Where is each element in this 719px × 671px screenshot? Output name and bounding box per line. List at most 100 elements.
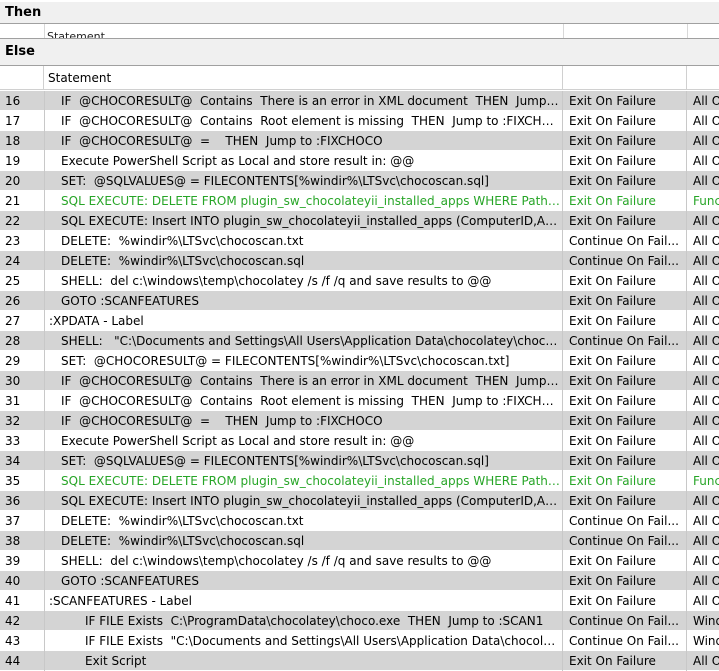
on-failure-action-cell[interactable]: Exit On Failure: [563, 211, 687, 231]
on-failure-action-cell[interactable]: Exit On Failure: [563, 311, 687, 331]
on-failure-action-cell[interactable]: Exit On Failure: [563, 431, 687, 451]
os-scope-cell[interactable]: All O: [687, 151, 719, 171]
os-scope-cell[interactable]: All O: [687, 291, 719, 311]
statement-cell[interactable]: DELETE: %windir%\LTSvc\chocoscan.txt: [44, 231, 563, 251]
statement-cell[interactable]: Execute PowerShell Script as Local and s…: [44, 431, 563, 451]
statement-cell[interactable]: IF @CHOCORESULT@ Contains There is an er…: [44, 371, 563, 391]
on-failure-action-cell[interactable]: Exit On Failure: [563, 471, 687, 491]
on-failure-action-cell[interactable]: Exit On Failure: [563, 371, 687, 391]
statement-cell[interactable]: SET: @SQLVALUES@ = FILECONTENTS[%windir%…: [44, 171, 563, 191]
os-scope-cell[interactable]: All O: [687, 171, 719, 191]
on-failure-action-cell[interactable]: Continue On Fail...: [563, 611, 687, 631]
on-failure-action-cell[interactable]: Exit On Failure: [563, 271, 687, 291]
table-row[interactable]: 35 SQL EXECUTE: DELETE FROM plugin_sw_cho…: [0, 471, 719, 491]
table-row[interactable]: 21 SQL EXECUTE: DELETE FROM plugin_sw_cho…: [0, 191, 719, 211]
on-failure-action-cell[interactable]: Continue On Fail...: [563, 251, 687, 271]
os-scope-cell[interactable]: All O: [687, 571, 719, 591]
table-row[interactable]: 20 SET: @SQLVALUES@ = FILECONTENTS[%windi…: [0, 171, 719, 191]
on-failure-action-cell[interactable]: Exit On Failure: [563, 591, 687, 611]
statement-cell[interactable]: SQL EXECUTE: DELETE FROM plugin_sw_choco…: [44, 471, 563, 491]
statement-cell[interactable]: SHELL: del c:\windows\temp\chocolatey /s…: [44, 271, 563, 291]
statement-cell[interactable]: :XPDATA - Label: [44, 311, 563, 331]
table-row[interactable]: 25 SHELL: del c:\windows\temp\chocolatey …: [0, 271, 719, 291]
statement-cell[interactable]: SHELL: "C:\Documents and Settings\All Us…: [44, 331, 563, 351]
on-failure-action-cell[interactable]: Exit On Failure: [563, 571, 687, 591]
os-scope-cell[interactable]: All O: [687, 211, 719, 231]
statement-column-header[interactable]: Statement: [44, 66, 563, 90]
scope-column-header[interactable]: [687, 66, 719, 90]
table-row[interactable]: 32 IF @CHOCORESULT@ = THEN Jump to :FIXCH…: [0, 411, 719, 431]
table-row[interactable]: 38 DELETE: %windir%\LTSvc\chocoscan.sql Co…: [0, 531, 719, 551]
os-scope-cell[interactable]: All O: [687, 651, 719, 671]
os-scope-cell[interactable]: All O: [687, 451, 719, 471]
line-number-column-header[interactable]: [0, 66, 44, 90]
table-row[interactable]: 41:SCANFEATURES - Label Exit On Failure Al…: [0, 591, 719, 611]
on-failure-action-cell[interactable]: Exit On Failure: [563, 91, 687, 111]
statement-cell[interactable]: IF FILE Exists C:\ProgramData\chocolatey…: [44, 611, 563, 631]
statement-cell[interactable]: DELETE: %windir%\LTSvc\chocoscan.sql: [44, 251, 563, 271]
statement-cell[interactable]: IF @CHOCORESULT@ Contains There is an er…: [44, 91, 563, 111]
action-column-header[interactable]: [563, 66, 687, 90]
statement-cell[interactable]: Exit Script: [44, 651, 563, 671]
table-row[interactable]: 30 IF @CHOCORESULT@ Contains There is an …: [0, 371, 719, 391]
on-failure-action-cell[interactable]: Exit On Failure: [563, 551, 687, 571]
on-failure-action-cell[interactable]: Exit On Failure: [563, 291, 687, 311]
table-row[interactable]: 31 IF @CHOCORESULT@ Contains Root element…: [0, 391, 719, 411]
os-scope-cell[interactable]: All O: [687, 511, 719, 531]
statement-cell[interactable]: IF FILE Exists "C:\Documents and Setting…: [44, 631, 563, 651]
on-failure-action-cell[interactable]: Exit On Failure: [563, 191, 687, 211]
table-row[interactable]: 16 IF @CHOCORESULT@ Contains There is an …: [0, 91, 719, 111]
statement-cell[interactable]: GOTO :SCANFEATURES: [44, 571, 563, 591]
statement-cell[interactable]: GOTO :SCANFEATURES: [44, 291, 563, 311]
table-row[interactable]: 27:XPDATA - Label Exit On Failure All O: [0, 311, 719, 331]
table-row[interactable]: 22 SQL EXECUTE: Insert INTO plugin_sw_cho…: [0, 211, 719, 231]
os-scope-cell[interactable]: All O: [687, 491, 719, 511]
os-scope-cell[interactable]: All O: [687, 411, 719, 431]
os-scope-cell[interactable]: Wind: [687, 631, 719, 651]
statement-cell[interactable]: :SCANFEATURES - Label: [44, 591, 563, 611]
statement-cell[interactable]: SQL EXECUTE: DELETE FROM plugin_sw_choco…: [44, 191, 563, 211]
on-failure-action-cell[interactable]: Exit On Failure: [563, 351, 687, 371]
os-scope-cell[interactable]: All O: [687, 91, 719, 111]
on-failure-action-cell[interactable]: Exit On Failure: [563, 411, 687, 431]
os-scope-cell[interactable]: Wind: [687, 611, 719, 631]
statement-cell[interactable]: DELETE: %windir%\LTSvc\chocoscan.sql: [44, 531, 563, 551]
os-scope-cell[interactable]: All O: [687, 231, 719, 251]
statement-cell[interactable]: SET: @SQLVALUES@ = FILECONTENTS[%windir%…: [44, 451, 563, 471]
table-row[interactable]: 39 SHELL: del c:\windows\temp\chocolatey …: [0, 551, 719, 571]
table-row[interactable]: 24 DELETE: %windir%\LTSvc\chocoscan.sql Co…: [0, 251, 719, 271]
os-scope-cell[interactable]: All O: [687, 531, 719, 551]
table-row[interactable]: 28 SHELL: "C:\Documents and Settings\All …: [0, 331, 719, 351]
os-scope-cell[interactable]: All O: [687, 391, 719, 411]
on-failure-action-cell[interactable]: Continue On Fail...: [563, 331, 687, 351]
on-failure-action-cell[interactable]: Exit On Failure: [563, 111, 687, 131]
statement-cell[interactable]: IF @CHOCORESULT@ Contains Root element i…: [44, 391, 563, 411]
os-scope-cell[interactable]: Func: [687, 191, 719, 211]
statement-cell[interactable]: SQL EXECUTE: Insert INTO plugin_sw_choco…: [44, 491, 563, 511]
table-row[interactable]: 43 IF FILE Exists "C:\Documents and Setti…: [0, 631, 719, 651]
table-row[interactable]: 29 SET: @CHOCORESULT@ = FILECONTENTS[%win…: [0, 351, 719, 371]
os-scope-cell[interactable]: All O: [687, 311, 719, 331]
statement-cell[interactable]: IF @CHOCORESULT@ = THEN Jump to :FIXCHOC…: [44, 131, 563, 151]
statement-cell[interactable]: DELETE: %windir%\LTSvc\chocoscan.txt: [44, 511, 563, 531]
on-failure-action-cell[interactable]: Continue On Fail...: [563, 231, 687, 251]
os-scope-cell[interactable]: All O: [687, 331, 719, 351]
os-scope-cell[interactable]: All O: [687, 111, 719, 131]
statement-cell[interactable]: SQL EXECUTE: Insert INTO plugin_sw_choco…: [44, 211, 563, 231]
on-failure-action-cell[interactable]: Exit On Failure: [563, 151, 687, 171]
table-row[interactable]: 36 SQL EXECUTE: Insert INTO plugin_sw_cho…: [0, 491, 719, 511]
on-failure-action-cell[interactable]: Exit On Failure: [563, 451, 687, 471]
os-scope-cell[interactable]: All O: [687, 251, 719, 271]
on-failure-action-cell[interactable]: Exit On Failure: [563, 131, 687, 151]
os-scope-cell[interactable]: Func: [687, 471, 719, 491]
statement-cell[interactable]: IF @CHOCORESULT@ = THEN Jump to :FIXCHOC…: [44, 411, 563, 431]
table-row[interactable]: 26 GOTO :SCANFEATURES Exit On Failure All O: [0, 291, 719, 311]
else-section-header[interactable]: Else: [0, 38, 719, 66]
then-section-header[interactable]: Then: [0, 2, 719, 24]
os-scope-cell[interactable]: All O: [687, 591, 719, 611]
os-scope-cell[interactable]: All O: [687, 371, 719, 391]
table-row[interactable]: 18 IF @CHOCORESULT@ = THEN Jump to :FIXCH…: [0, 131, 719, 151]
on-failure-action-cell[interactable]: Exit On Failure: [563, 651, 687, 671]
table-row[interactable]: 44 Exit Script Exit On Failure All O: [0, 651, 719, 671]
os-scope-cell[interactable]: All O: [687, 271, 719, 291]
